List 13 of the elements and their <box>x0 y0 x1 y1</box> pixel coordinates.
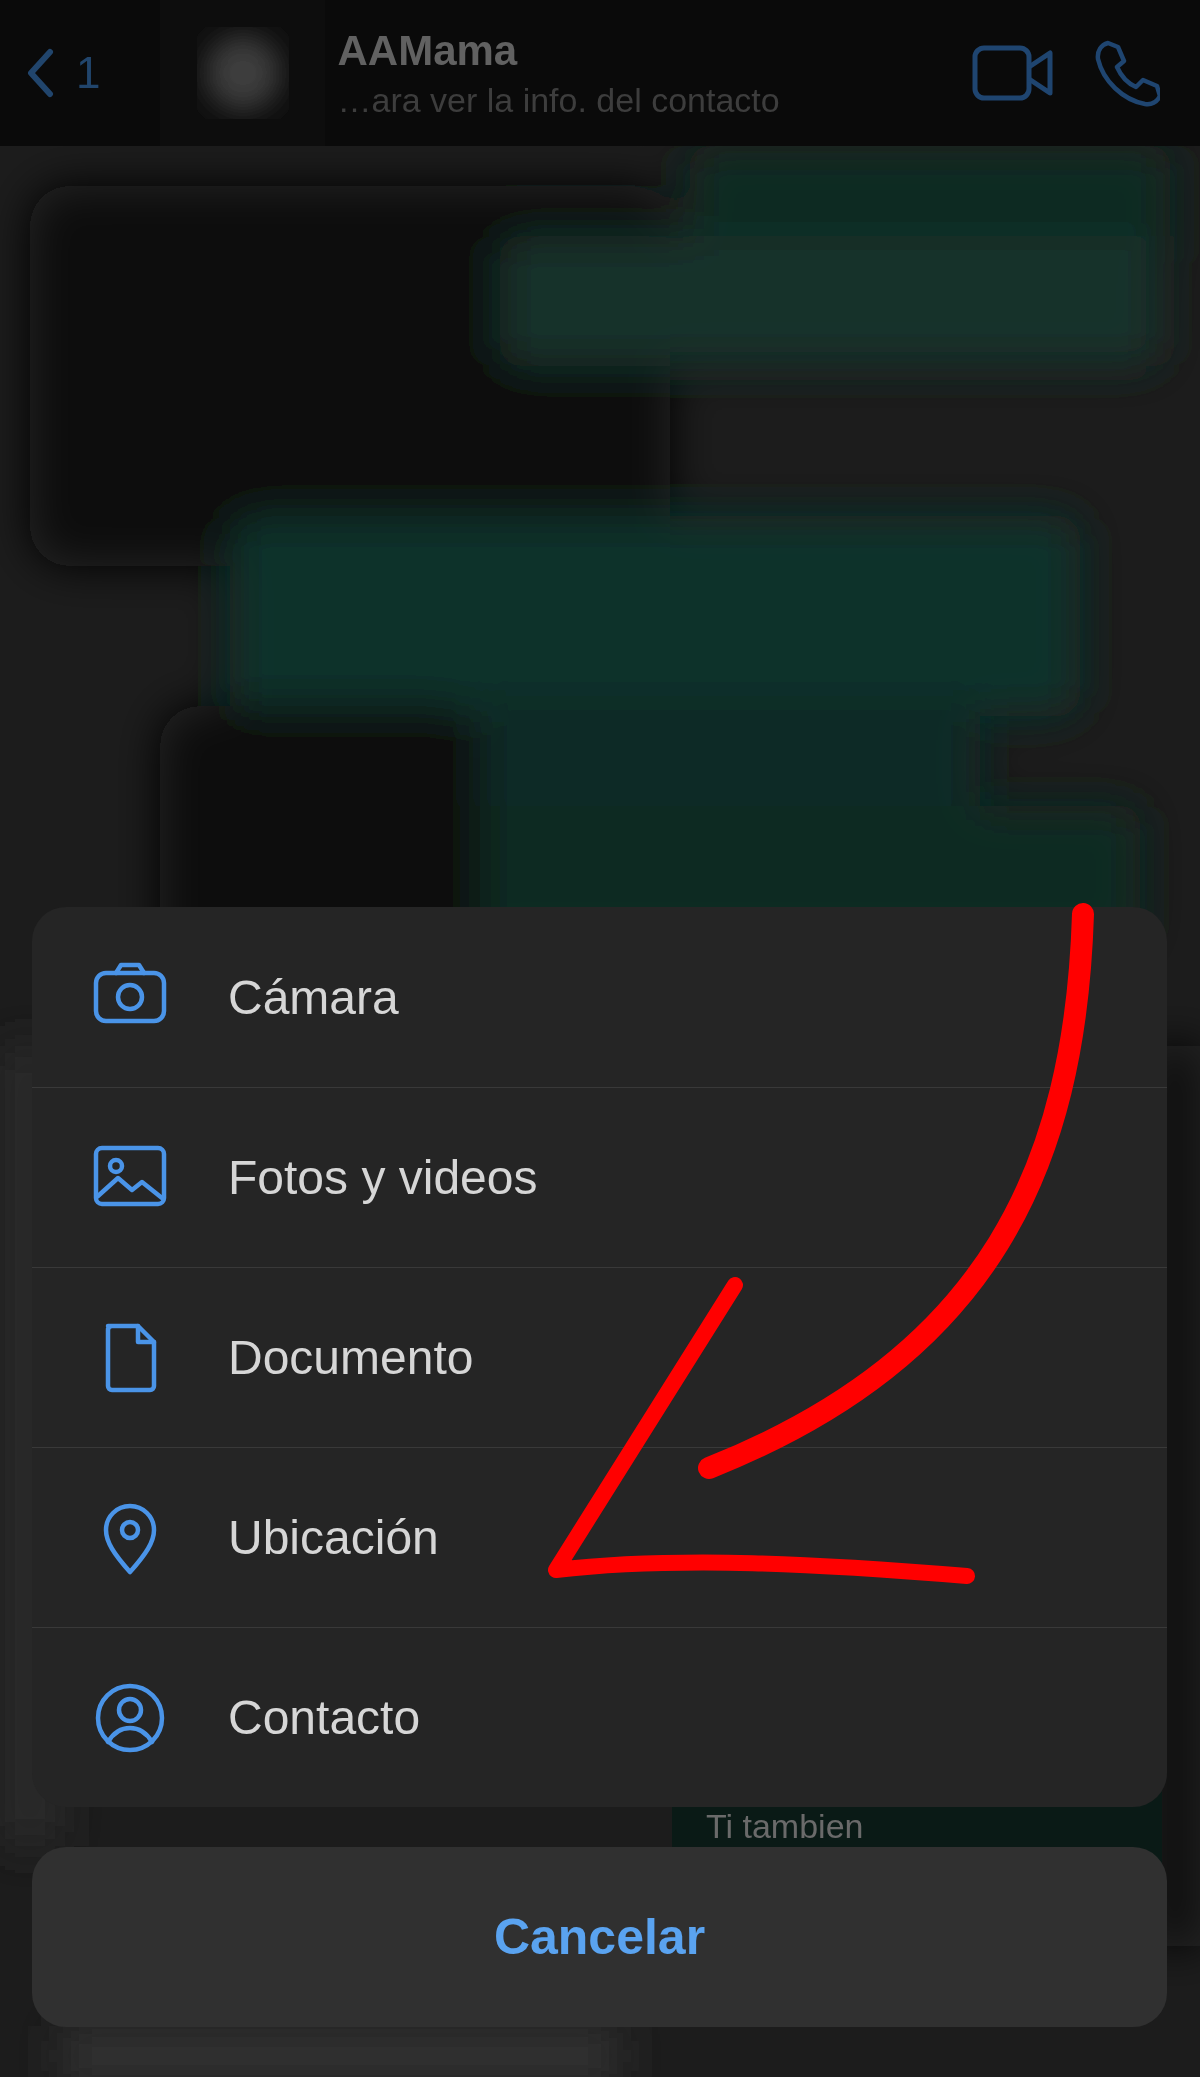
menu-item[interactable]: Documento <box>32 1267 1167 1447</box>
menu-item[interactable]: Ubicación <box>32 1447 1167 1627</box>
message-text: Ti tambien <box>706 1807 864 1845</box>
menu-item[interactable]: Cámara <box>32 907 1167 1087</box>
cancel-button[interactable]: Cancelar <box>32 1847 1167 2027</box>
unread-count: 1 <box>76 48 101 98</box>
menu-item[interactable]: Contacto <box>32 1627 1167 1807</box>
video-call-button[interactable] <box>972 45 1054 101</box>
phone-call-button[interactable] <box>1094 39 1160 107</box>
menu-item[interactable]: Fotos y videos <box>32 1087 1167 1267</box>
video-camera-icon <box>972 45 1054 101</box>
phone-icon <box>1094 39 1160 107</box>
back-chevron-icon <box>26 48 54 98</box>
